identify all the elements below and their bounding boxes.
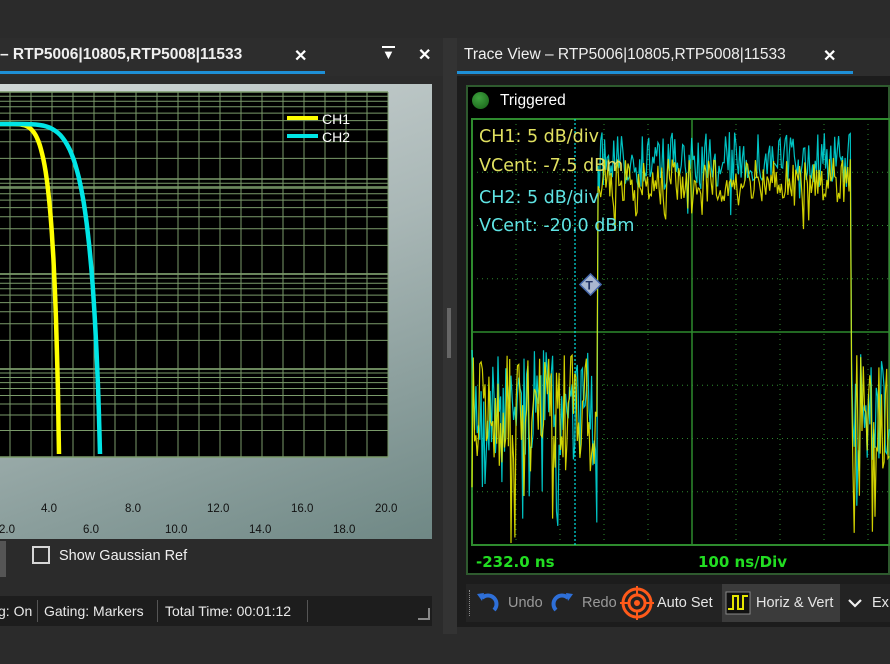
redo-button[interactable]: Redo bbox=[550, 584, 622, 622]
status-separator bbox=[37, 600, 38, 622]
status-separator bbox=[157, 600, 158, 622]
left-tab-accent bbox=[0, 71, 325, 74]
status-gating-flag: g: On bbox=[0, 603, 33, 619]
left-tab[interactable]: – RTP5006|10805,RTP5008|11533 ✕ bbox=[0, 38, 325, 74]
show-gaussian-label: Show Gaussian Ref bbox=[59, 548, 188, 564]
x-tick-label: 2.0 bbox=[0, 524, 15, 536]
scope-toolbar: Undo Redo Auto Set Horiz & Vert Ex bbox=[466, 584, 890, 622]
scope-display: Triggered T CH1: 5 dB/div VCent: -7.5 dB… bbox=[466, 85, 890, 575]
time-offset-label: -232.0 ns bbox=[476, 553, 555, 571]
ex-label: Ex bbox=[872, 595, 889, 611]
trigger-marker-label: T bbox=[586, 279, 594, 293]
undo-button[interactable]: Undo bbox=[474, 584, 550, 622]
right-tab[interactable]: Trace View – RTP5006|10805,RTP5008|11533… bbox=[457, 38, 853, 74]
panel-menu-icon[interactable]: ▼ bbox=[382, 46, 395, 61]
x-axis-ticks: 4.0 8.0 12.0 16.0 20.0 2.0 6.0 10.0 14.0… bbox=[0, 503, 397, 536]
panel-splitter[interactable] bbox=[443, 38, 457, 634]
chevron-down-icon bbox=[848, 599, 862, 608]
left-tab-title: – RTP5006|10805,RTP5008|11533 bbox=[0, 46, 243, 63]
x-tick-label: 4.0 bbox=[41, 503, 57, 515]
right-tab-accent bbox=[457, 71, 853, 74]
undo-label: Undo bbox=[508, 595, 543, 611]
time-div-label: 100 ns/Div bbox=[698, 553, 787, 571]
ch1-scale-label: CH1: 5 dB/div bbox=[479, 127, 600, 147]
resize-grip-icon[interactable] bbox=[418, 608, 430, 620]
redo-icon bbox=[551, 593, 573, 612]
panel-close-icon[interactable]: ✕ bbox=[418, 45, 431, 65]
autoset-button[interactable]: Auto Set bbox=[620, 584, 722, 622]
ch2-vcent-label: VCent: -20.0 dBm bbox=[479, 216, 635, 236]
undo-icon bbox=[477, 593, 499, 612]
pulse-icon bbox=[725, 591, 751, 615]
autoset-icon bbox=[620, 586, 654, 620]
status-gating: Gating: Markers bbox=[44, 603, 144, 619]
splitter-handle bbox=[447, 308, 451, 358]
ccdf-chart: CH1 CH2 4.0 8.0 12.0 16.0 20.0 2.0 6.0 1… bbox=[0, 84, 432, 539]
x-tick-label: 10.0 bbox=[165, 524, 187, 536]
left-edge-box bbox=[0, 541, 6, 577]
right-tab-title: Trace View – RTP5006|10805,RTP5008|11533 bbox=[464, 46, 786, 63]
x-tick-label: 16.0 bbox=[291, 503, 313, 515]
toolbar-overflow-item[interactable]: Ex bbox=[872, 584, 890, 622]
ch1-vcent-label: VCent: -7.5 dBm bbox=[479, 156, 624, 176]
status-total-time: Total Time: 00:01:12 bbox=[165, 603, 292, 619]
x-tick-label: 12.0 bbox=[207, 503, 229, 515]
redo-label: Redo bbox=[582, 595, 617, 611]
x-tick-label: 6.0 bbox=[83, 524, 99, 536]
x-tick-label: 14.0 bbox=[249, 524, 271, 536]
right-tab-close-icon[interactable]: ✕ bbox=[823, 46, 836, 66]
ccdf-chart-svg: CH1 CH2 4.0 8.0 12.0 16.0 20.0 2.0 6.0 1… bbox=[0, 91, 397, 536]
legend-ch1-label: CH1 bbox=[322, 111, 350, 127]
legend-ch2-label: CH2 bbox=[322, 129, 350, 145]
horiz-vert-label: Horiz & Vert bbox=[756, 595, 834, 611]
ch2-scale-label: CH2: 5 dB/div bbox=[479, 188, 600, 208]
toolbar-grip bbox=[469, 590, 473, 616]
autoset-label: Auto Set bbox=[657, 595, 713, 611]
horiz-vert-button[interactable]: Horiz & Vert bbox=[722, 584, 840, 622]
show-gaussian-checkbox[interactable] bbox=[32, 546, 50, 564]
x-tick-label: 18.0 bbox=[333, 524, 355, 536]
right-panel-lower-bar bbox=[457, 627, 890, 634]
x-tick-label: 20.0 bbox=[375, 503, 397, 515]
horiz-vert-dropdown[interactable] bbox=[842, 584, 868, 622]
status-separator bbox=[307, 600, 308, 622]
x-tick-label: 8.0 bbox=[125, 503, 141, 515]
status-bar: g: On Gating: Markers Total Time: 00:01:… bbox=[0, 596, 432, 626]
left-tab-close-icon[interactable]: ✕ bbox=[294, 46, 307, 66]
